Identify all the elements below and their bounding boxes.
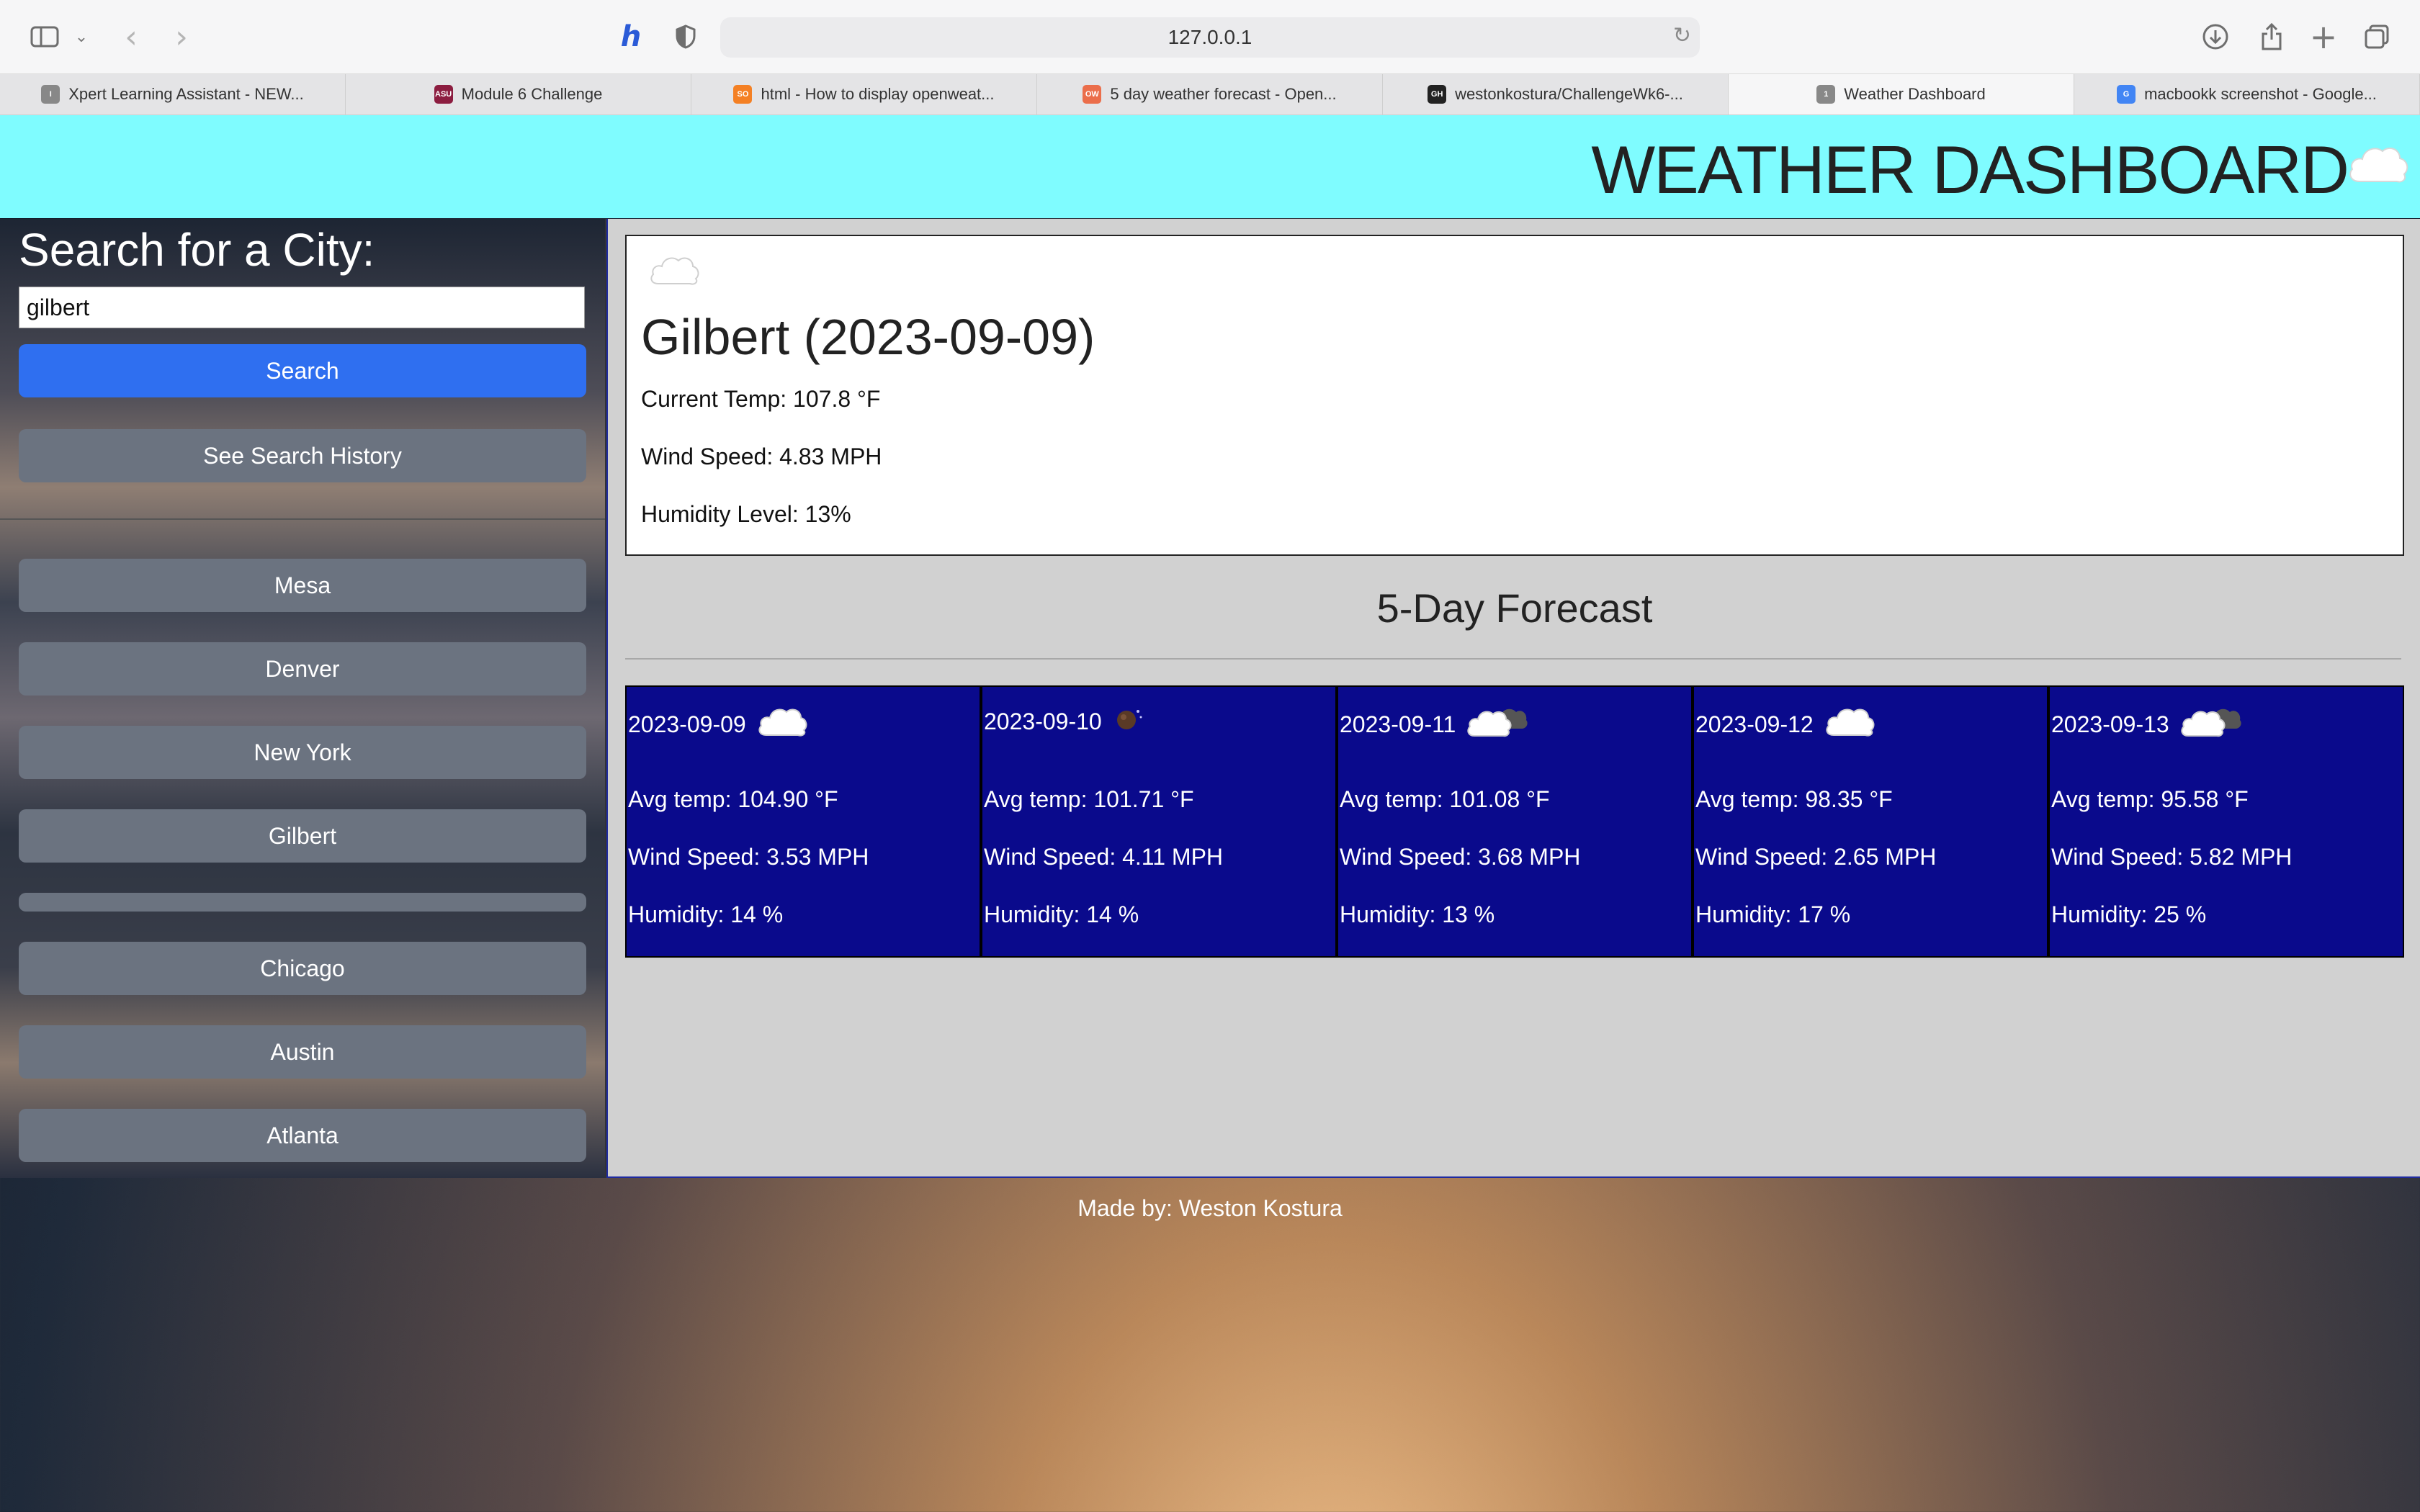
url-text: 127.0.0.1 (1168, 26, 1252, 48)
forecast-day-card: 2023-09-12 Avg temp: 98.35 °F Wind Speed: … (1694, 687, 2047, 956)
chevron-down-icon[interactable]: ⌄ (71, 19, 92, 55)
history-city-button[interactable]: Gilbert (19, 809, 586, 863)
favicon-icon: OW (1083, 85, 1102, 104)
forecast-day-card: 2023-09-11 Avg temp: 101.08 °F Wind Speed:… (1338, 687, 1691, 956)
browser-tab[interactable]: 1 Weather Dashboard (1729, 74, 2074, 114)
forecast-date: 2023-09-09 (628, 711, 746, 737)
browser-tab[interactable]: OW 5 day weather forecast - Open... (1037, 74, 1383, 114)
forecast-humidity: Humidity: 14 % (628, 901, 784, 927)
shield-icon[interactable] (670, 19, 702, 55)
clear-night-icon (1112, 704, 1145, 739)
browser-tab[interactable]: I Xpert Learning Assistant - NEW... (0, 74, 346, 114)
extension-icon[interactable]: h (615, 19, 647, 55)
forecast-avg-temp: Avg temp: 101.08 °F (1340, 786, 1550, 812)
favicon-icon: I (41, 85, 60, 104)
forecast-wind: Wind Speed: 3.68 MPH (1340, 844, 1581, 870)
forecast-humidity: Humidity: 17 % (1695, 901, 1851, 927)
current-weather-card: Gilbert (2023-09-09) Current Temp: 107.8… (625, 235, 2404, 556)
tab-label: macbookk screenshot - Google... (2144, 85, 2377, 103)
divider (625, 658, 2401, 660)
forecast-humidity: Humidity: 14 % (984, 901, 1139, 927)
forecast-day-card: 2023-09-09 Avg temp: 104.90 °F Wind Speed:… (627, 687, 980, 956)
forecast-wind: Wind Speed: 4.11 MPH (984, 844, 1224, 870)
history-city-button[interactable]: New York (19, 726, 586, 779)
new-tab-icon[interactable]: + (2308, 17, 2339, 56)
dark-cloud-icon (1466, 704, 1528, 744)
tab-label: Module 6 Challenge (461, 85, 603, 103)
favicon-icon: ASU (434, 85, 453, 104)
current-wind: Wind Speed: 4.83 MPH (641, 444, 882, 469)
tab-label: Weather Dashboard (1844, 85, 1986, 103)
download-icon[interactable] (2200, 19, 2231, 55)
forecast-heading: 5-Day Forecast (1376, 585, 1653, 631)
forecast-date: 2023-09-10 (984, 708, 1102, 734)
tab-label: html - How to display openweat... (761, 85, 995, 103)
favicon-icon: G (2117, 85, 2136, 104)
browser-tab[interactable]: Gmacbookk screenshot - Google... (2074, 74, 2420, 114)
forecast-date: 2023-09-11 (1340, 711, 1456, 737)
page-title: WEATHER DASHBOARD (1591, 132, 2349, 207)
tab-label: westonkostura/ChallengeWk6-... (1455, 85, 1683, 103)
dark-cloud-icon (2179, 704, 2241, 744)
forecast-avg-temp: Avg temp: 98.35 °F (1695, 786, 1893, 812)
forecast-avg-temp: Avg temp: 95.58 °F (2051, 786, 2249, 812)
cloud-icon (648, 252, 702, 292)
browser-tab[interactable]: GH westonkostura/ChallengeWk6-... (1383, 74, 1729, 114)
history-city-button[interactable]: Atlanta (19, 1109, 586, 1162)
forecast-wind: Wind Speed: 5.82 MPH (2051, 844, 2293, 870)
favicon-icon: SO (733, 85, 753, 104)
tab-label: Xpert Learning Assistant - NEW... (68, 85, 304, 103)
sidebar-toggle-icon[interactable] (29, 19, 60, 55)
current-humidity: Humidity Level: 13% (641, 501, 851, 527)
favicon-icon: GH (1428, 85, 1447, 104)
browser-tab[interactable]: ASU Module 6 Challenge (346, 74, 691, 114)
forecast-date-row: 2023-09-11 (1340, 704, 1528, 744)
browser-toolbar: ⌄ ‹ › h 127.0.0.1 ↻ + (0, 0, 2420, 74)
address-bar[interactable]: 127.0.0.1 ↻ (720, 17, 1700, 58)
main-content: Gilbert (2023-09-09) Current Temp: 107.8… (606, 219, 2420, 1178)
favicon-icon: 1 (1816, 85, 1836, 104)
back-icon[interactable]: ‹ (115, 19, 147, 55)
see-search-history-button[interactable]: See Search History (19, 429, 586, 482)
search-button[interactable]: Search (19, 344, 586, 397)
forecast-date: 2023-09-12 (1695, 711, 1814, 737)
sidebar: Search for a City: Search See Search His… (0, 219, 607, 1178)
forecast-humidity: Humidity: 25 % (2051, 901, 2207, 927)
forward-icon[interactable]: › (166, 19, 197, 55)
tab-label: 5 day weather forecast - Open... (1110, 85, 1337, 103)
forecast-avg-temp: Avg temp: 104.90 °F (628, 786, 838, 812)
forecast-day-card: 2023-09-10 Avg temp: 101.71 °F Wind Speed:… (982, 687, 1335, 956)
share-icon[interactable] (2256, 19, 2287, 55)
search-heading: Search for a City: (19, 224, 375, 276)
footer-credit: Made by: Weston Kostura (1077, 1195, 1343, 1221)
forecast-wind: Wind Speed: 2.65 MPH (1695, 844, 1937, 870)
forecast-day-card: 2023-09-13 Avg temp: 95.58 °F Wind Speed: … (2050, 687, 2403, 956)
history-city-button[interactable]: Denver (19, 642, 586, 696)
city-search-input[interactable] (19, 287, 585, 328)
forecast-date: 2023-09-13 (2051, 711, 2169, 737)
tab-strip: I Xpert Learning Assistant - NEW... ASU Mod… (0, 74, 2420, 115)
forecast-avg-temp: Avg temp: 101.71 °F (984, 786, 1194, 812)
forecast-humidity: Humidity: 13 % (1340, 901, 1495, 927)
page-header: WEATHER DASHBOARD (0, 115, 2420, 218)
forecast-date-row: 2023-09-09 (628, 704, 810, 744)
reload-icon[interactable]: ↻ (1673, 23, 1691, 48)
current-temp: Current Temp: 107.8 °F (641, 386, 881, 412)
history-city-button[interactable]: Chicago (19, 942, 586, 995)
history-city-button[interactable]: Mesa (19, 559, 586, 612)
tab-overview-icon[interactable] (2361, 19, 2393, 55)
forecast-wind: Wind Speed: 3.53 MPH (628, 844, 869, 870)
forecast-row: 2023-09-09 Avg temp: 104.90 °F Wind Speed:… (625, 685, 2404, 958)
forecast-date-row: 2023-09-10 (984, 704, 1145, 739)
history-city-button-empty[interactable] (19, 893, 586, 912)
forecast-date-row: 2023-09-13 (2051, 704, 2241, 744)
cloud-icon (2347, 141, 2410, 189)
browser-tab[interactable]: SO html - How to display openweat... (691, 74, 1037, 114)
divider (0, 518, 605, 520)
current-city-title: Gilbert (2023-09-09) (641, 309, 1095, 365)
history-city-button[interactable]: Austin (19, 1025, 586, 1079)
forecast-date-row: 2023-09-12 (1695, 704, 1877, 744)
cloud-icon (1824, 704, 1877, 744)
cloud-icon (756, 704, 810, 744)
